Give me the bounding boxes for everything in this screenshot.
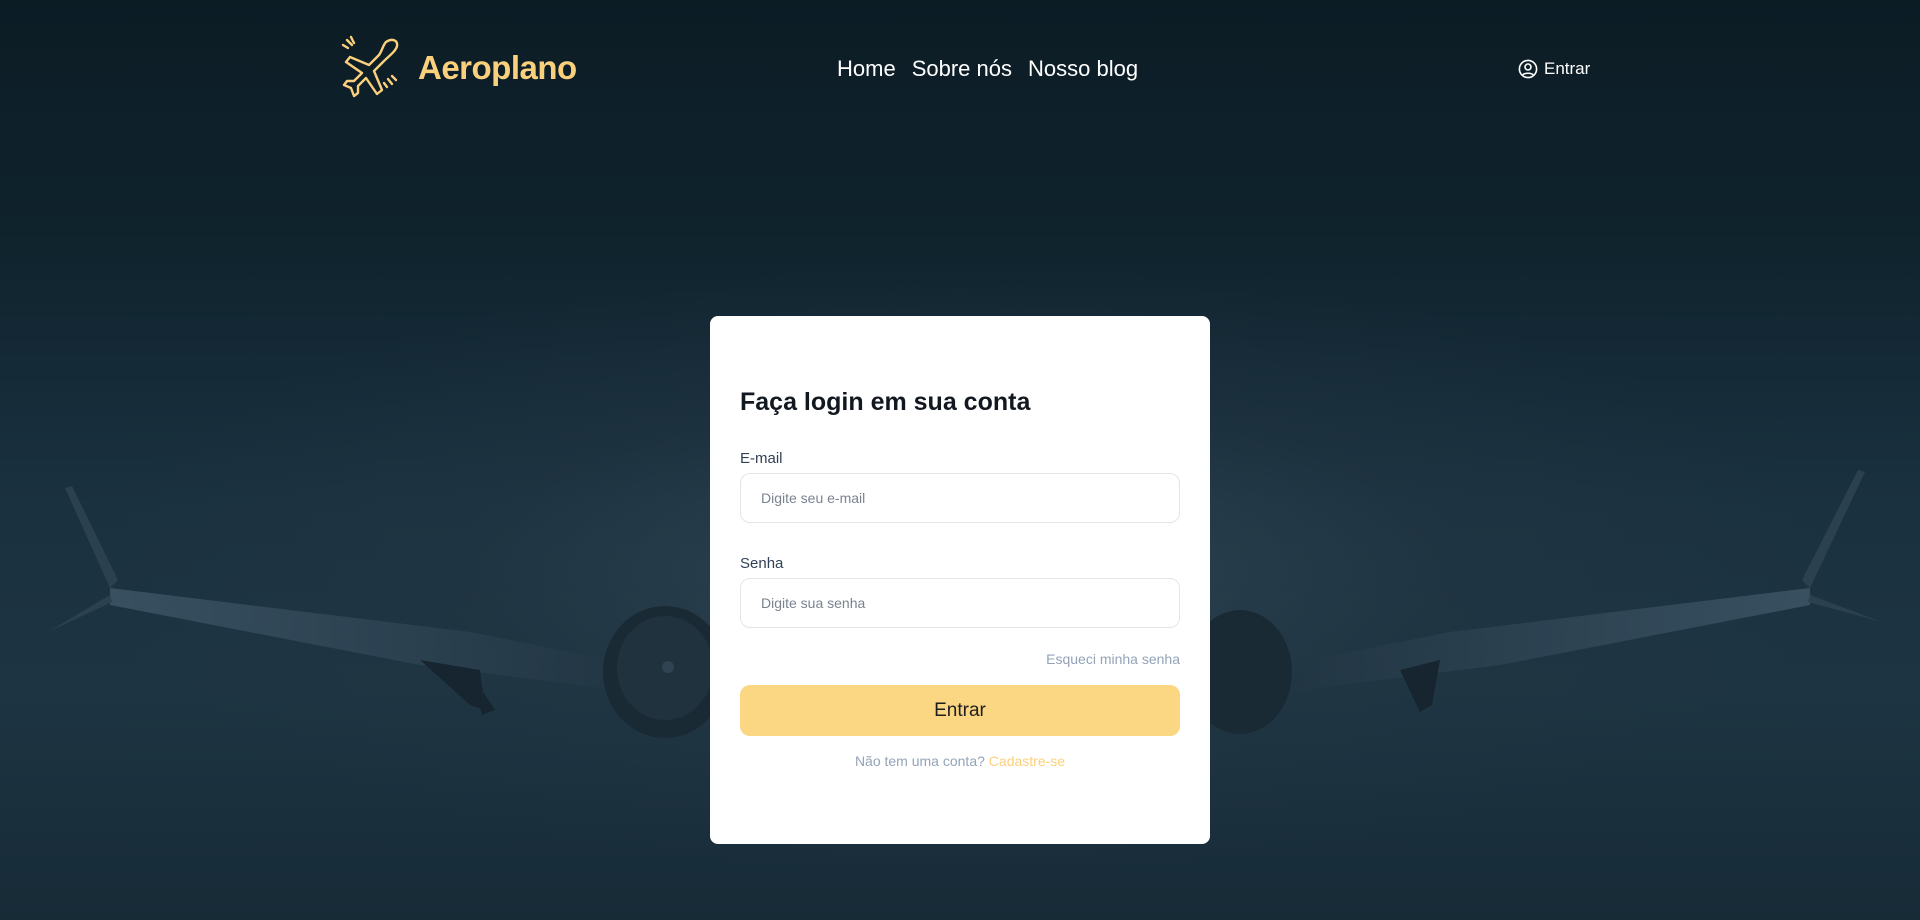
signup-link[interactable]: Cadastre-se bbox=[989, 753, 1065, 769]
forgot-password-link[interactable]: Esqueci minha senha bbox=[1046, 651, 1180, 667]
signup-prompt: Não tem uma conta? Cadastre-se bbox=[710, 753, 1210, 769]
email-label: E-mail bbox=[740, 450, 783, 467]
brand-name: Aeroplano bbox=[418, 49, 577, 86]
brand-logo[interactable]: Aeroplano bbox=[336, 34, 577, 102]
airplane-icon bbox=[341, 35, 399, 98]
password-field[interactable] bbox=[740, 578, 1180, 628]
site-header: Aeroplano Home Sobre nós Nosso blog Entr… bbox=[0, 0, 1920, 140]
no-account-text: Não tem uma conta? bbox=[854, 753, 985, 769]
nav-item-home[interactable]: Home bbox=[837, 56, 896, 82]
login-title: Faça login em sua conta bbox=[740, 388, 1031, 416]
header-signin-button[interactable]: Entrar bbox=[1518, 59, 1590, 79]
header-signin-label: Entrar bbox=[1544, 59, 1591, 78]
email-field[interactable] bbox=[740, 473, 1180, 523]
main-nav: Home Sobre nós Nosso blog bbox=[837, 56, 1138, 82]
password-label: Senha bbox=[740, 555, 784, 572]
login-card: Faça login em sua conta E-mail Senha Esq… bbox=[710, 316, 1210, 844]
login-submit-button[interactable]: Entrar bbox=[740, 685, 1180, 736]
user-circle-icon bbox=[1518, 59, 1538, 79]
nav-item-nosso-blog[interactable]: Nosso blog bbox=[1028, 56, 1138, 82]
nav-item-sobre-nos[interactable]: Sobre nós bbox=[912, 56, 1012, 82]
